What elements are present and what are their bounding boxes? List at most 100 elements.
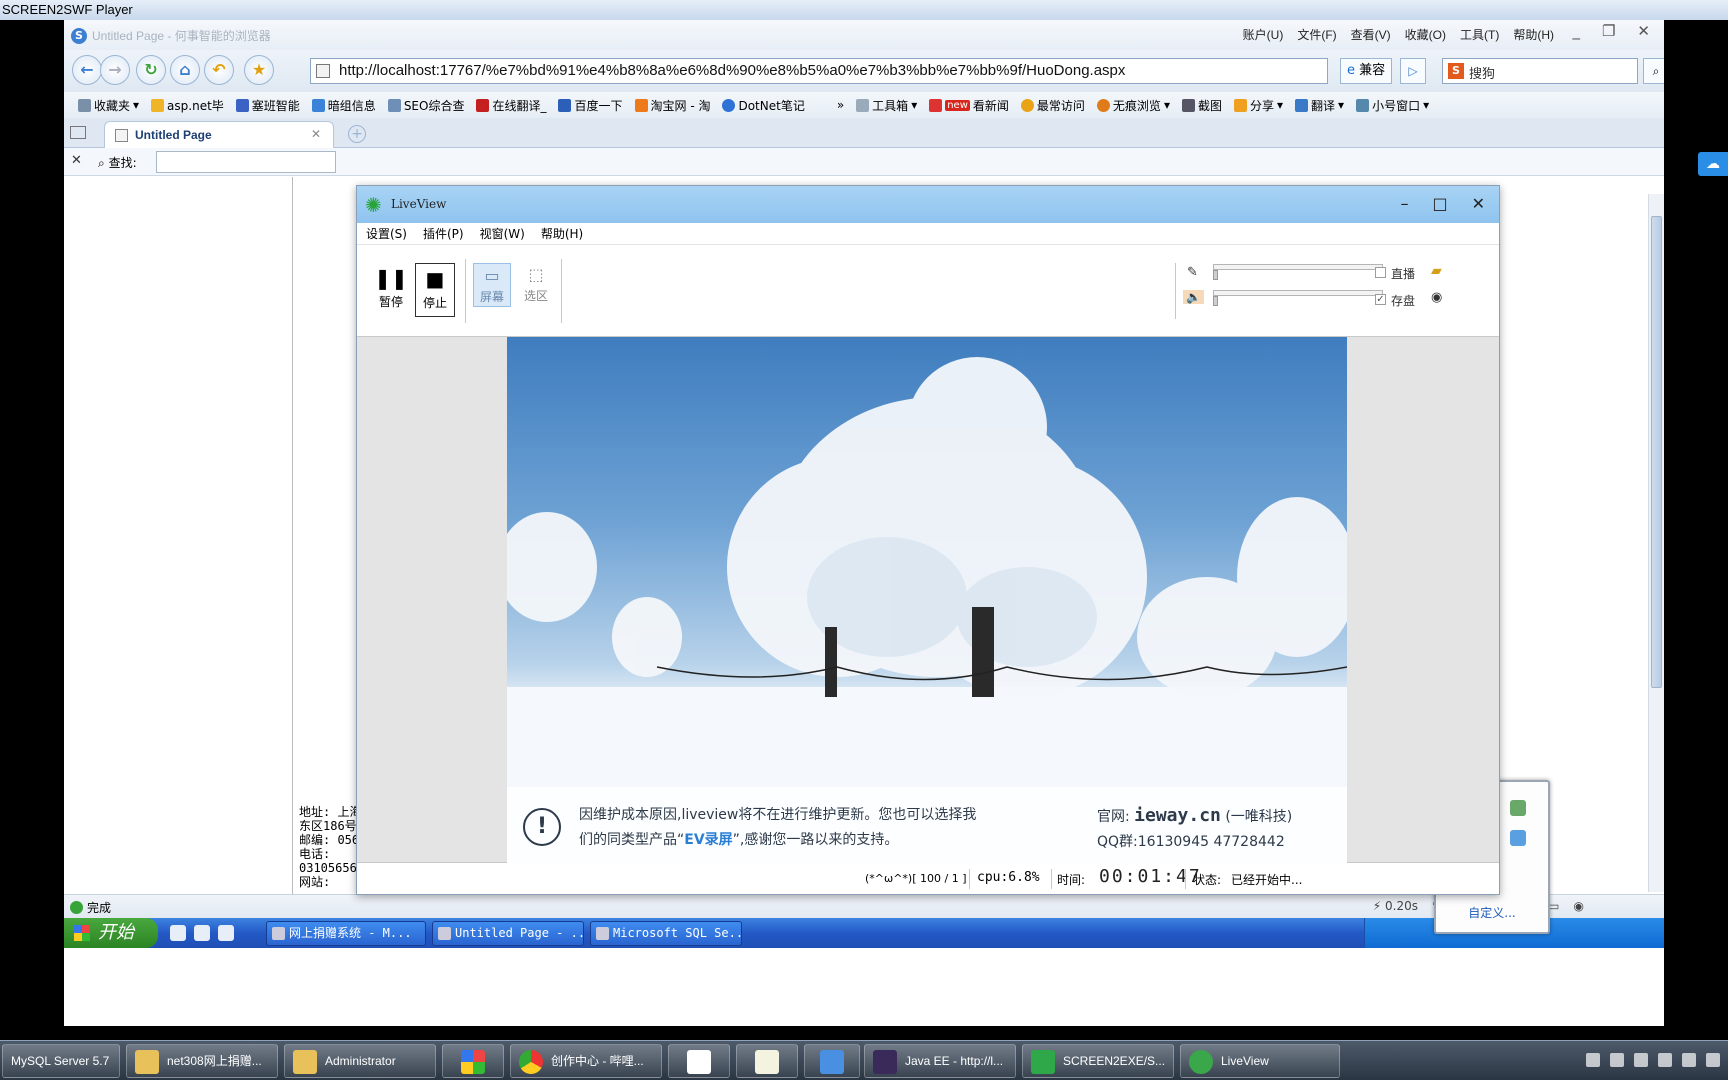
taskbar-item-active[interactable]: LiveView xyxy=(1180,1044,1340,1078)
cloud-sync-icon[interactable]: ☁ xyxy=(1698,152,1728,176)
search-icon[interactable]: ⌕ xyxy=(1643,58,1664,84)
vertical-scrollbar[interactable] xyxy=(1648,194,1664,892)
bookmark-item[interactable]: 塞班智能 xyxy=(235,97,300,114)
menu-view[interactable]: 查看(V) xyxy=(1351,26,1391,43)
menu-settings[interactable]: 设置(S) xyxy=(366,225,407,242)
pause-button[interactable]: ❚❚ 暂停 xyxy=(371,263,411,317)
most-visited-button[interactable]: 最常访问 xyxy=(1020,97,1085,114)
restore-icon[interactable]: ❐ xyxy=(1602,22,1615,40)
new-tab-icon[interactable]: + xyxy=(348,125,366,143)
menu-tools[interactable]: 工具(T) xyxy=(1460,26,1499,43)
bookmark-item[interactable]: 百度一下 xyxy=(558,97,623,114)
save-checkbox[interactable]: ✓ xyxy=(1375,294,1386,305)
stop-button[interactable]: ■ 停止 xyxy=(415,263,455,317)
bookmark-item[interactable]: 淘宝网 - 淘 xyxy=(634,97,710,114)
address-url[interactable]: http://localhost:17767/%e7%bd%91%e4%b8%8… xyxy=(339,62,1125,79)
compat-mode-button[interactable]: e 兼容 xyxy=(1340,58,1393,84)
ev-recorder-link[interactable]: EV录屏 xyxy=(684,832,732,848)
search-input[interactable]: 搜狗 xyxy=(1469,63,1495,82)
close-icon[interactable]: ✕ xyxy=(1637,22,1650,40)
share-button[interactable]: 分享 ▾ xyxy=(1233,97,1283,114)
bookmark-item[interactable]: 暗组信息 xyxy=(311,97,376,114)
close-icon[interactable]: ✕ xyxy=(1472,194,1485,213)
taskbar-item[interactable] xyxy=(804,1044,860,1078)
menu-favorites[interactable]: 收藏(O) xyxy=(1405,26,1446,43)
bookmark-item[interactable]: 收藏夹 ▾ xyxy=(78,97,139,114)
customize-link[interactable]: 自定义... xyxy=(1436,904,1548,921)
private-browse-button[interactable]: 无痕浏览 ▾ xyxy=(1096,97,1170,114)
tab-untitled-page[interactable]: Untitled Page ✕ xyxy=(104,121,334,148)
taskbar-item[interactable] xyxy=(442,1044,504,1078)
bookmark-item[interactable]: SEO综合查 xyxy=(387,97,464,114)
forward-icon[interactable]: → xyxy=(100,55,130,85)
menu-help[interactable]: 帮助(H) xyxy=(1513,26,1554,43)
bookmark-label: 无痕浏览 xyxy=(1112,98,1161,113)
tab-list-icon[interactable] xyxy=(70,126,86,139)
eye-icon[interactable]: ◉ xyxy=(1431,290,1442,305)
taskbar-item[interactable]: net308网上捐赠... xyxy=(126,1044,278,1078)
volume-icon[interactable] xyxy=(1682,1053,1696,1067)
taskbar-item[interactable]: Java EE - http://l... xyxy=(864,1044,1016,1078)
taskbar-item[interactable]: 创作中心 - 哔哩... xyxy=(510,1044,662,1078)
start-button[interactable]: 开始 xyxy=(64,918,158,948)
scrollbar-thumb[interactable] xyxy=(1651,216,1662,688)
maximize-icon[interactable]: □ xyxy=(1432,194,1447,213)
cloud-icon[interactable] xyxy=(1510,830,1526,846)
taskbar-item[interactable]: MySQL Server 5.7 xyxy=(2,1044,120,1078)
bookmark-item[interactable]: 在线翻译_ xyxy=(476,97,546,114)
bookmark-item[interactable]: DotNet笔记 xyxy=(722,97,805,114)
keyboard-icon[interactable] xyxy=(1586,1053,1600,1067)
app-quick-icon[interactable] xyxy=(218,925,234,941)
mic-volume-slider[interactable] xyxy=(1213,264,1383,270)
network-icon[interactable] xyxy=(1658,1053,1672,1067)
folder-icon[interactable]: ▰ xyxy=(1431,263,1442,279)
speaker-volume-slider[interactable] xyxy=(1213,290,1383,296)
close-tab-icon[interactable]: ✕ xyxy=(311,127,321,141)
back-icon[interactable]: ← xyxy=(72,55,102,85)
go-button[interactable]: ▷ xyxy=(1400,58,1426,84)
eye-icon[interactable]: ◉ xyxy=(1574,899,1584,913)
qq-icon[interactable] xyxy=(1634,1053,1648,1067)
search-box[interactable]: S 搜狗 xyxy=(1442,58,1638,84)
screenshot-button[interactable]: 截图 xyxy=(1181,97,1222,114)
bookmark-item[interactable]: asp.net毕 xyxy=(151,97,224,114)
mic-slider-knob[interactable] xyxy=(1213,270,1218,280)
taskbar-item[interactable] xyxy=(668,1044,730,1078)
input-method-icon[interactable] xyxy=(1706,1053,1720,1067)
undo-icon[interactable]: ↶ xyxy=(204,55,234,85)
security-icon[interactable] xyxy=(1510,800,1526,816)
favorite-star-icon[interactable]: ★ xyxy=(244,55,274,85)
live-checkbox[interactable] xyxy=(1375,267,1386,278)
small-window-button[interactable]: 小号窗口 ▾ xyxy=(1356,97,1429,114)
region-mode-button[interactable]: ⬚ 选区 xyxy=(517,263,555,307)
show-hidden-icon[interactable] xyxy=(1610,1053,1624,1067)
close-find-icon[interactable]: ✕ xyxy=(71,153,82,168)
site-url[interactable]: ieway.cn xyxy=(1134,805,1221,826)
browser-quick-icon[interactable] xyxy=(170,925,186,941)
menu-account[interactable]: 账户(U) xyxy=(1243,26,1284,43)
qq-quick-icon[interactable] xyxy=(194,925,210,941)
speaker-icon[interactable]: 🔈 xyxy=(1183,290,1204,304)
address-bar[interactable]: http://localhost:17767/%e7%bd%91%e4%b8%8… xyxy=(310,58,1328,84)
news-button[interactable]: new 看新闻 xyxy=(929,97,1009,114)
menu-help[interactable]: 帮助(H) xyxy=(541,225,583,242)
taskbar-item[interactable]: Microsoft SQL Se... xyxy=(590,921,742,946)
taskbar-item[interactable]: Administrator xyxy=(284,1044,436,1078)
taskbar-item[interactable]: SCREEN2EXE/S... xyxy=(1022,1044,1174,1078)
speaker-slider-knob[interactable] xyxy=(1213,296,1218,306)
taskbar-item[interactable]: Untitled Page - ... xyxy=(432,921,584,946)
screen-mode-button[interactable]: ▭ 屏幕 xyxy=(473,263,511,307)
toolbox-button[interactable]: 工具箱 ▾ xyxy=(856,97,917,114)
translate-button[interactable]: 翻译 ▾ xyxy=(1295,97,1344,114)
refresh-icon[interactable]: ↻ xyxy=(136,55,166,85)
menu-window[interactable]: 视窗(W) xyxy=(480,225,525,242)
minimize-icon[interactable]: _ xyxy=(1572,22,1580,40)
taskbar-item[interactable] xyxy=(736,1044,798,1078)
find-input[interactable] xyxy=(156,151,336,173)
more-bookmarks-icon[interactable]: » xyxy=(837,98,844,112)
home-icon[interactable]: ⌂ xyxy=(170,55,200,85)
menu-file[interactable]: 文件(F) xyxy=(1297,26,1336,43)
menu-plugins[interactable]: 插件(P) xyxy=(423,225,464,242)
taskbar-item[interactable]: 网上捐赠系统 - M... xyxy=(266,921,426,946)
minimize-icon[interactable]: – xyxy=(1400,194,1408,213)
